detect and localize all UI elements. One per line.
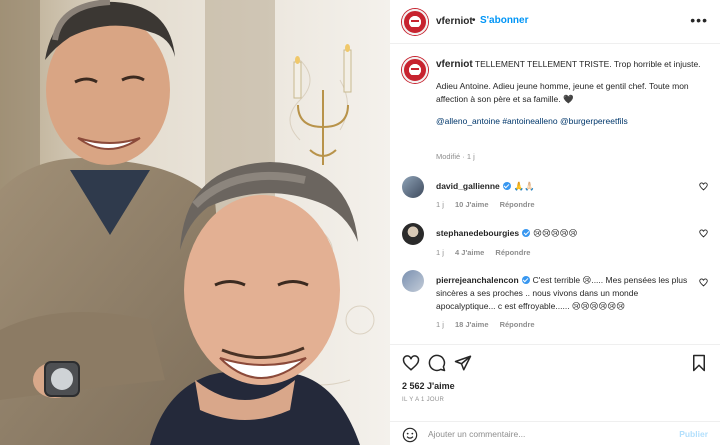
comment-likes[interactable]: 18 J'aime — [455, 320, 488, 329]
caption-modified: Modifié · 1 j — [436, 152, 475, 161]
share-icon[interactable] — [454, 354, 472, 372]
commenter-username[interactable]: david_gallienne — [436, 181, 500, 191]
add-comment-bar: Publier — [390, 421, 720, 445]
commenter-username[interactable]: pierrejeanchalencon — [436, 275, 519, 285]
post-username[interactable]: vferniot — [436, 16, 473, 27]
verified-badge-icon — [522, 229, 531, 237]
comment-text: stephanedebourgies 😢😢😢😢😢 — [436, 227, 692, 240]
comment-body: 😢😢😢😢😢 — [533, 228, 578, 238]
heart-icon[interactable] — [699, 278, 708, 287]
more-dots-icon[interactable]: ••• — [690, 12, 708, 28]
post-photo-illustration — [0, 0, 390, 445]
commenter-avatar[interactable] — [402, 223, 424, 245]
verified-badge-icon — [521, 276, 530, 284]
heart-icon[interactable] — [699, 229, 708, 238]
like-count[interactable]: 2 562 J'aime — [402, 381, 455, 391]
publish-button[interactable]: Publier — [679, 429, 708, 439]
comment-text: pierrejeanchalencon C'est terrible 😢.....… — [436, 274, 692, 313]
heart-icon[interactable] — [699, 182, 708, 191]
comment-input[interactable] — [428, 427, 658, 441]
separator-dot: • — [472, 15, 476, 26]
comment-age: 1 j — [436, 248, 444, 257]
heart-icon[interactable] — [402, 354, 420, 372]
comment-text: david_gallienne 🙏🙏🏻 — [436, 180, 692, 193]
comment-meta: 1 j 10 J'aime Répondre — [436, 200, 544, 209]
tag-link[interactable]: #antoinealleno — [502, 116, 557, 126]
commenter-username[interactable]: stephanedebourgies — [436, 228, 519, 238]
bookmark-icon[interactable] — [690, 354, 708, 372]
tag-link[interactable]: @alleno_antoine — [436, 116, 500, 126]
comment-body: 🙏🙏🏻 — [513, 181, 535, 191]
caption-username[interactable]: vferniot — [436, 59, 473, 70]
comment-meta: 1 j 18 J'aime Répondre — [436, 320, 544, 329]
tag-link[interactable]: @burgerpereetfils — [560, 116, 628, 126]
post-photo[interactable] — [0, 0, 390, 445]
post-caption: vferniot TELLEMENT TELLEMENT TRISTE. Tro… — [390, 44, 720, 166]
comment-likes[interactable]: 4 J'aime — [455, 248, 484, 257]
follow-button[interactable]: S'abonner — [480, 15, 529, 26]
post-date: IL Y A 1 JOUR — [402, 397, 445, 403]
comment-age: 1 j — [436, 200, 444, 209]
commenter-avatar[interactable] — [402, 176, 424, 198]
post-header: vferniot • S'abonner ••• — [390, 0, 720, 44]
emoji-icon[interactable] — [402, 427, 418, 443]
reply-button[interactable]: Répondre — [495, 248, 530, 257]
comment-icon[interactable] — [428, 354, 446, 372]
post-sidebar: vferniot • S'abonner ••• vferniot TELLEM… — [390, 0, 720, 445]
caption-avatar[interactable] — [402, 57, 428, 83]
post-actions: 2 562 J'aime IL Y A 1 JOUR Publier — [390, 344, 720, 445]
comment-meta: 1 j 4 J'aime Répondre — [436, 248, 539, 257]
caption-line-2: Adieu Antoine. Adieu jeune homme, jeune … — [436, 81, 689, 104]
reply-button[interactable]: Répondre — [500, 320, 535, 329]
commenter-avatar[interactable] — [402, 270, 424, 292]
comment-likes[interactable]: 10 J'aime — [455, 200, 488, 209]
caption-text: vferniot TELLEMENT TELLEMENT TRISTE. Tro… — [436, 58, 708, 137]
caption-line-1: vferniot TELLEMENT TELLEMENT TRISTE. Tro… — [436, 58, 708, 71]
verified-badge-icon — [502, 182, 511, 190]
caption-tags: @alleno_antoine #antoinealleno @burgerpe… — [436, 115, 708, 128]
reply-button[interactable]: Répondre — [500, 200, 535, 209]
comment-age: 1 j — [436, 320, 444, 329]
caption-line-1-text: TELLEMENT TELLEMENT TRISTE. Trop horribl… — [474, 59, 701, 69]
avatar[interactable] — [402, 9, 428, 35]
